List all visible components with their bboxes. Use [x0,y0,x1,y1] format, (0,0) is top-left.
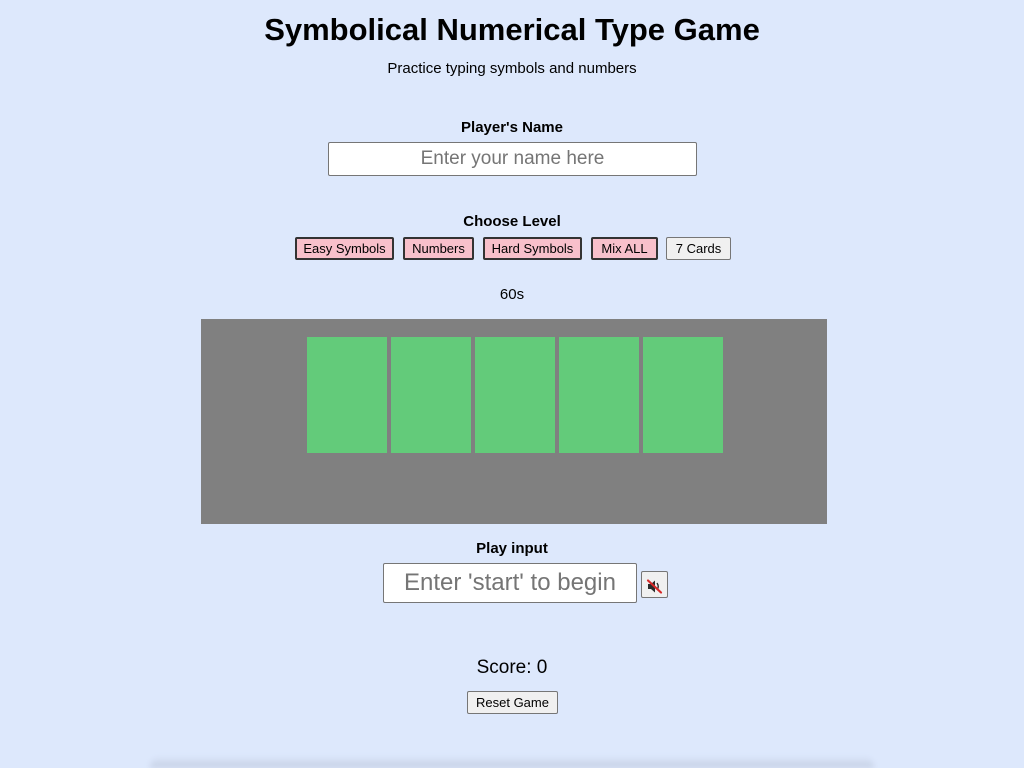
player-name-input[interactable] [328,142,697,176]
page-title: Symbolical Numerical Type Game [264,12,760,47]
mix-all-button[interactable]: Mix ALL [591,237,658,260]
bottom-shadow [150,756,874,768]
play-input[interactable] [383,563,637,603]
choose-level-label: Choose Level [463,213,561,230]
card-3 [475,337,555,453]
mute-button[interactable] [641,571,668,598]
card-1 [307,337,387,453]
easy-symbols-button[interactable]: Easy Symbols [295,237,394,260]
card-2 [391,337,471,453]
muted-speaker-icon [646,579,663,594]
play-row [0,563,1024,603]
numbers-button[interactable]: Numbers [403,237,474,260]
seven-cards-button[interactable]: 7 Cards [666,237,731,260]
score-display: Score: 0 [476,657,548,678]
game-page: Symbolical Numerical Type Game Practice … [0,0,1024,768]
reset-game-button[interactable]: Reset Game [467,691,558,714]
play-input-label: Play input [476,540,548,557]
hard-symbols-button[interactable]: Hard Symbols [483,237,582,260]
timer-display: 60s [499,286,525,303]
player-name-label: Player's Name [461,119,563,136]
card-board [201,319,827,524]
page-subtitle: Practice typing symbols and numbers [387,60,637,77]
card-4 [559,337,639,453]
card-5 [643,337,723,453]
level-buttons: Easy Symbols Numbers Hard Symbols Mix AL… [0,237,1024,260]
